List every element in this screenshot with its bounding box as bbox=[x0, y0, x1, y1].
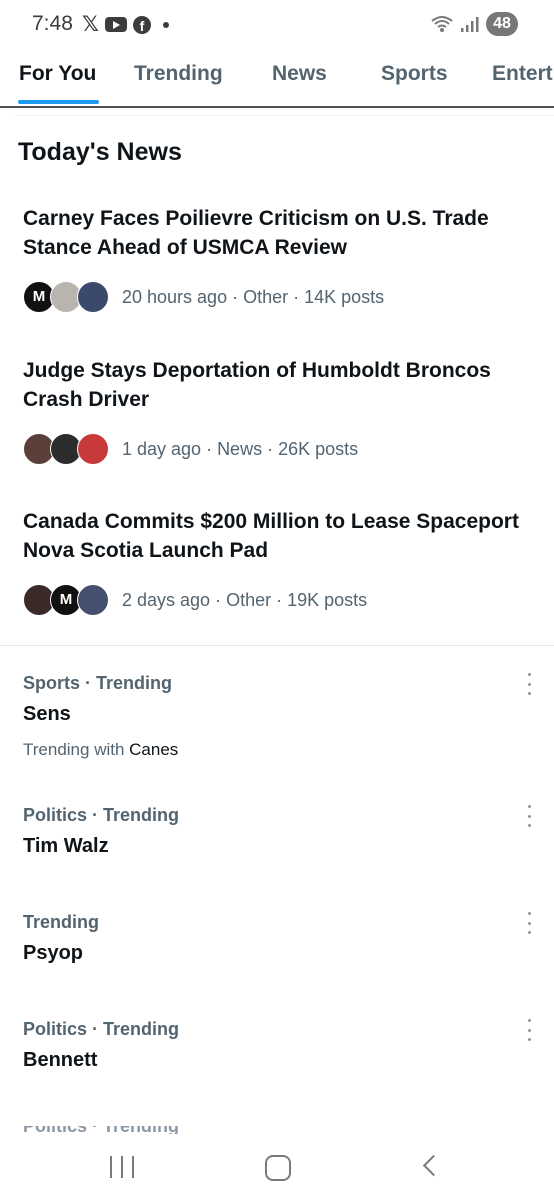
tab-sports[interactable]: Sports bbox=[381, 62, 448, 86]
recents-button[interactable] bbox=[110, 1156, 134, 1178]
system-icons: 48 bbox=[430, 12, 518, 36]
wifi-icon bbox=[431, 16, 453, 32]
trend-name: Psyop bbox=[23, 942, 84, 964]
trend-item[interactable]: Politics · Trending Bennett bbox=[23, 1019, 538, 1072]
news-headline: Judge Stays Deportation of Humboldt Bron… bbox=[23, 359, 491, 411]
section-title: Today's News bbox=[18, 138, 182, 166]
system-nav-bar bbox=[0, 1136, 554, 1200]
active-tab-indicator bbox=[18, 100, 99, 104]
news-meta: M 2 days ago · Other · 19K posts bbox=[23, 584, 523, 616]
section-divider bbox=[0, 645, 554, 646]
news-item[interactable]: Carney Faces Poilievre Criticism on U.S.… bbox=[23, 204, 523, 313]
avatar bbox=[77, 433, 109, 465]
avatar bbox=[77, 281, 109, 313]
trend-item-partial[interactable]: Politics · Trending bbox=[23, 1126, 533, 1134]
trend-item[interactable]: Sports · Trending Sens Trending with Can… bbox=[23, 673, 538, 760]
status-time: 7:48 bbox=[32, 12, 73, 35]
more-options-icon[interactable] bbox=[524, 673, 534, 695]
x-app-icon: 𝕏 bbox=[82, 13, 99, 36]
youtube-icon bbox=[104, 17, 127, 32]
avatar-stack: M bbox=[23, 584, 109, 616]
trend-context: Politics · Trending bbox=[23, 1126, 533, 1134]
notification-icons: 𝕏 f bbox=[82, 12, 169, 37]
trend-name: Sens bbox=[23, 703, 71, 725]
signal-icon bbox=[461, 17, 479, 32]
home-button[interactable] bbox=[265, 1155, 291, 1181]
trend-context: Politics · Trending bbox=[23, 805, 180, 825]
trend-context: Trending bbox=[23, 912, 99, 932]
tab-news[interactable]: News bbox=[272, 62, 327, 86]
news-headline: Carney Faces Poilievre Criticism on U.S.… bbox=[23, 207, 489, 259]
news-meta-text: 20 hours ago · Other · 14K posts bbox=[122, 286, 385, 307]
news-meta-text: 2 days ago · Other · 19K posts bbox=[122, 589, 368, 610]
trend-name: Tim Walz bbox=[23, 835, 109, 857]
trend-with-prefix: Trending with bbox=[23, 740, 125, 759]
battery-icon: 48 bbox=[486, 12, 518, 36]
trend-context: Sports · Trending bbox=[23, 673, 173, 693]
trend-name: Bennett bbox=[23, 1049, 98, 1071]
news-item[interactable]: Judge Stays Deportation of Humboldt Bron… bbox=[23, 356, 523, 465]
more-options-icon[interactable] bbox=[524, 912, 534, 934]
avatar-stack: M bbox=[23, 281, 109, 313]
trend-context: Politics · Trending bbox=[23, 1019, 180, 1039]
tab-for-you[interactable]: For You bbox=[19, 62, 96, 86]
tabs-divider-light bbox=[14, 115, 554, 116]
facebook-icon: f bbox=[132, 15, 151, 34]
trend-item[interactable]: Politics · Trending Tim Walz bbox=[23, 805, 538, 858]
trend-item[interactable]: Trending Psyop bbox=[23, 912, 538, 965]
news-meta-text: 1 day ago · News · 26K posts bbox=[122, 438, 359, 459]
tabs-divider bbox=[0, 106, 554, 108]
back-button[interactable] bbox=[422, 1154, 445, 1177]
news-headline: Canada Commits $200 Million to Lease Spa… bbox=[23, 510, 519, 562]
trend-with-name: Canes bbox=[129, 740, 179, 759]
avatar-stack bbox=[23, 433, 109, 465]
tab-trending[interactable]: Trending bbox=[134, 62, 223, 86]
tab-entertainment[interactable]: Entert bbox=[492, 62, 553, 86]
avatar bbox=[77, 584, 109, 616]
more-notifications-dot bbox=[162, 21, 169, 28]
news-meta: M 20 hours ago · Other · 14K posts bbox=[23, 281, 523, 313]
status-bar: 7:48 𝕏 f 48 bbox=[0, 0, 554, 48]
news-meta: 1 day ago · News · 26K posts bbox=[23, 433, 523, 465]
more-options-icon[interactable] bbox=[524, 805, 534, 827]
trend-with: Trending with Canes bbox=[23, 740, 538, 760]
news-item[interactable]: Canada Commits $200 Million to Lease Spa… bbox=[23, 507, 523, 616]
more-options-icon[interactable] bbox=[524, 1019, 534, 1041]
